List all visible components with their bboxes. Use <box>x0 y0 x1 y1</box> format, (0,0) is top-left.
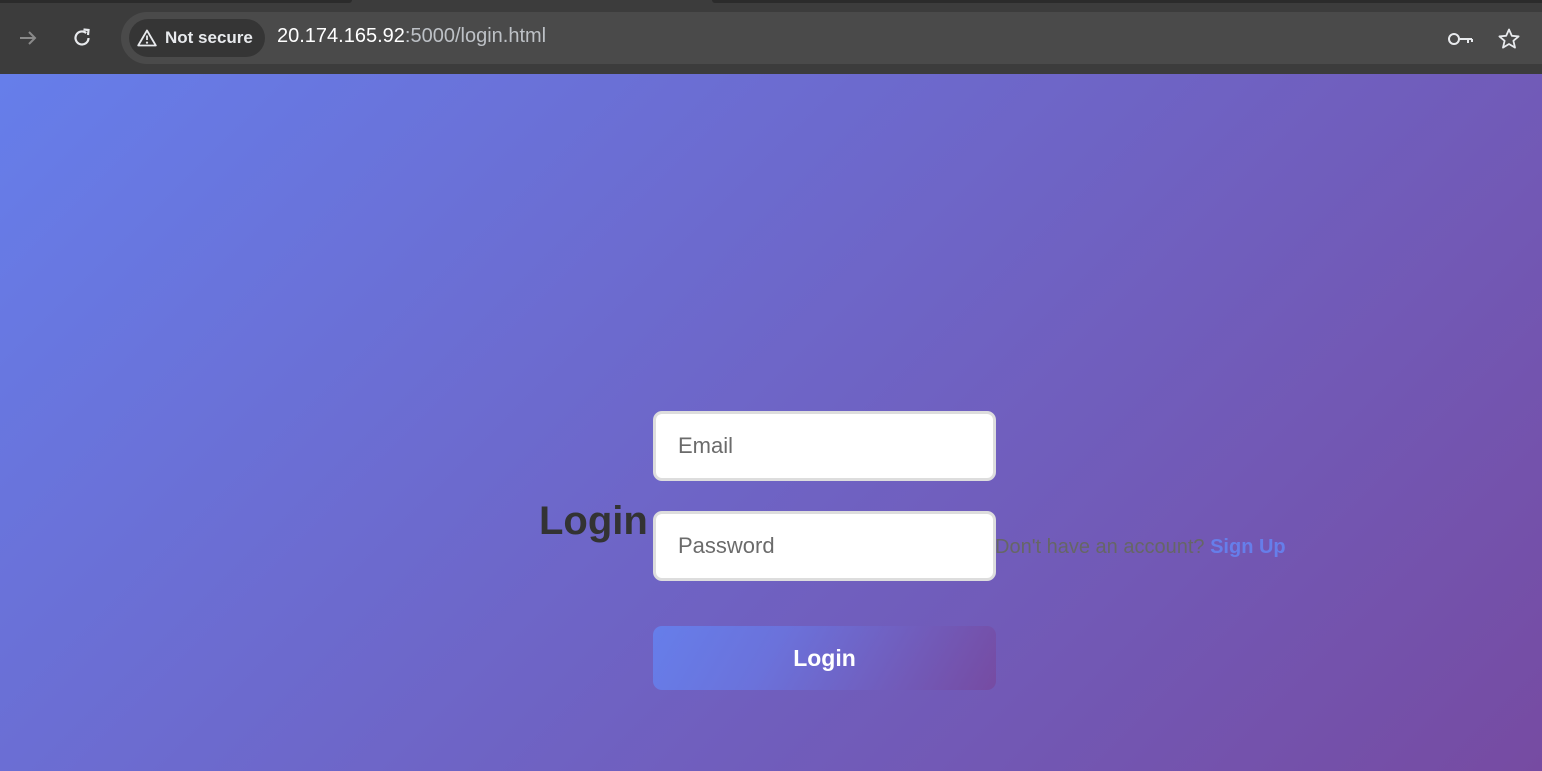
signup-prompt-text: Don't have an account? <box>995 536 1211 558</box>
page-viewport: Login Login Don't have an account? Sign … <box>0 74 1542 771</box>
signup-prompt: Don't have an account? Sign Up <box>995 536 1286 559</box>
address-bar[interactable]: Not secure 20.174.165.92:5000/login.html <box>121 12 1542 64</box>
forward-button[interactable] <box>12 22 44 54</box>
reload-icon <box>71 27 93 49</box>
tab-strip <box>712 0 1542 3</box>
signup-link[interactable]: Sign Up <box>1210 536 1286 558</box>
password-field[interactable] <box>653 511 996 581</box>
tab-strip <box>0 0 352 3</box>
star-icon[interactable] <box>1495 25 1523 53</box>
security-label: Not secure <box>165 28 253 47</box>
url-text[interactable]: 20.174.165.92:5000/login.html <box>277 25 546 48</box>
browser-toolbar: Not secure 20.174.165.92:5000/login.html <box>0 0 1542 74</box>
url-host: 20.174.165.92 <box>277 25 405 47</box>
arrow-right-icon <box>17 27 39 49</box>
reload-button[interactable] <box>66 22 98 54</box>
page-title: Login <box>539 499 648 543</box>
security-indicator[interactable]: Not secure <box>129 19 265 57</box>
login-button[interactable]: Login <box>653 626 996 690</box>
warning-triangle-icon <box>137 29 157 47</box>
key-icon[interactable] <box>1447 25 1475 53</box>
url-path: :5000/login.html <box>404 25 547 47</box>
email-field[interactable] <box>653 411 996 481</box>
